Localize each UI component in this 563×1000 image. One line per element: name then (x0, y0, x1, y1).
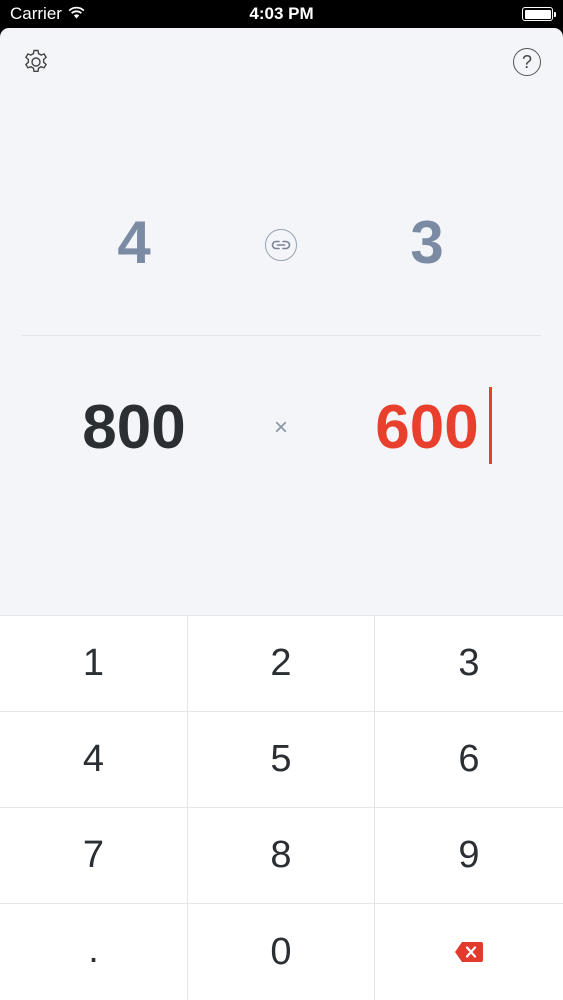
key-3[interactable]: 3 (375, 616, 563, 712)
status-left: Carrier (10, 4, 85, 24)
link-ratio-button[interactable] (265, 229, 297, 261)
app-screen: ? 4 3 800 600 × 1 2 3 4 5 6 7 8 9 . 0 (0, 28, 563, 1000)
key-4[interactable]: 4 (0, 712, 188, 808)
help-glyph: ? (521, 51, 532, 72)
key-9[interactable]: 9 (375, 808, 563, 904)
divider (22, 335, 541, 336)
delete-key[interactable] (375, 904, 563, 1000)
battery-level (524, 9, 551, 19)
width-field[interactable]: 800 (44, 388, 224, 468)
ratio-left-value[interactable]: 4 (44, 208, 224, 278)
key-1[interactable]: 1 (0, 616, 188, 712)
key-0[interactable]: 0 (188, 904, 375, 1000)
key-6[interactable]: 6 (375, 712, 563, 808)
gear-icon (24, 49, 48, 72)
help-button[interactable]: ? (511, 46, 543, 78)
ratio-right-value[interactable]: 3 (337, 208, 517, 278)
times-separator: × (273, 414, 288, 441)
carrier-label: Carrier (10, 4, 62, 23)
link-icon (271, 240, 291, 250)
battery-icon (522, 7, 556, 21)
wifi-icon (68, 4, 85, 24)
backspace-icon (455, 942, 483, 962)
key-2[interactable]: 2 (188, 616, 375, 712)
settings-button[interactable] (20, 46, 52, 78)
key-5[interactable]: 5 (188, 712, 375, 808)
status-bar: Carrier 4:03 PM (0, 0, 563, 28)
key-decimal[interactable]: . (0, 904, 188, 1000)
key-7[interactable]: 7 (0, 808, 188, 904)
question-mark-icon: ? (513, 48, 541, 76)
number-keypad: 1 2 3 4 5 6 7 8 9 . 0 (0, 615, 563, 1000)
text-caret (489, 387, 492, 464)
key-8[interactable]: 8 (188, 808, 375, 904)
